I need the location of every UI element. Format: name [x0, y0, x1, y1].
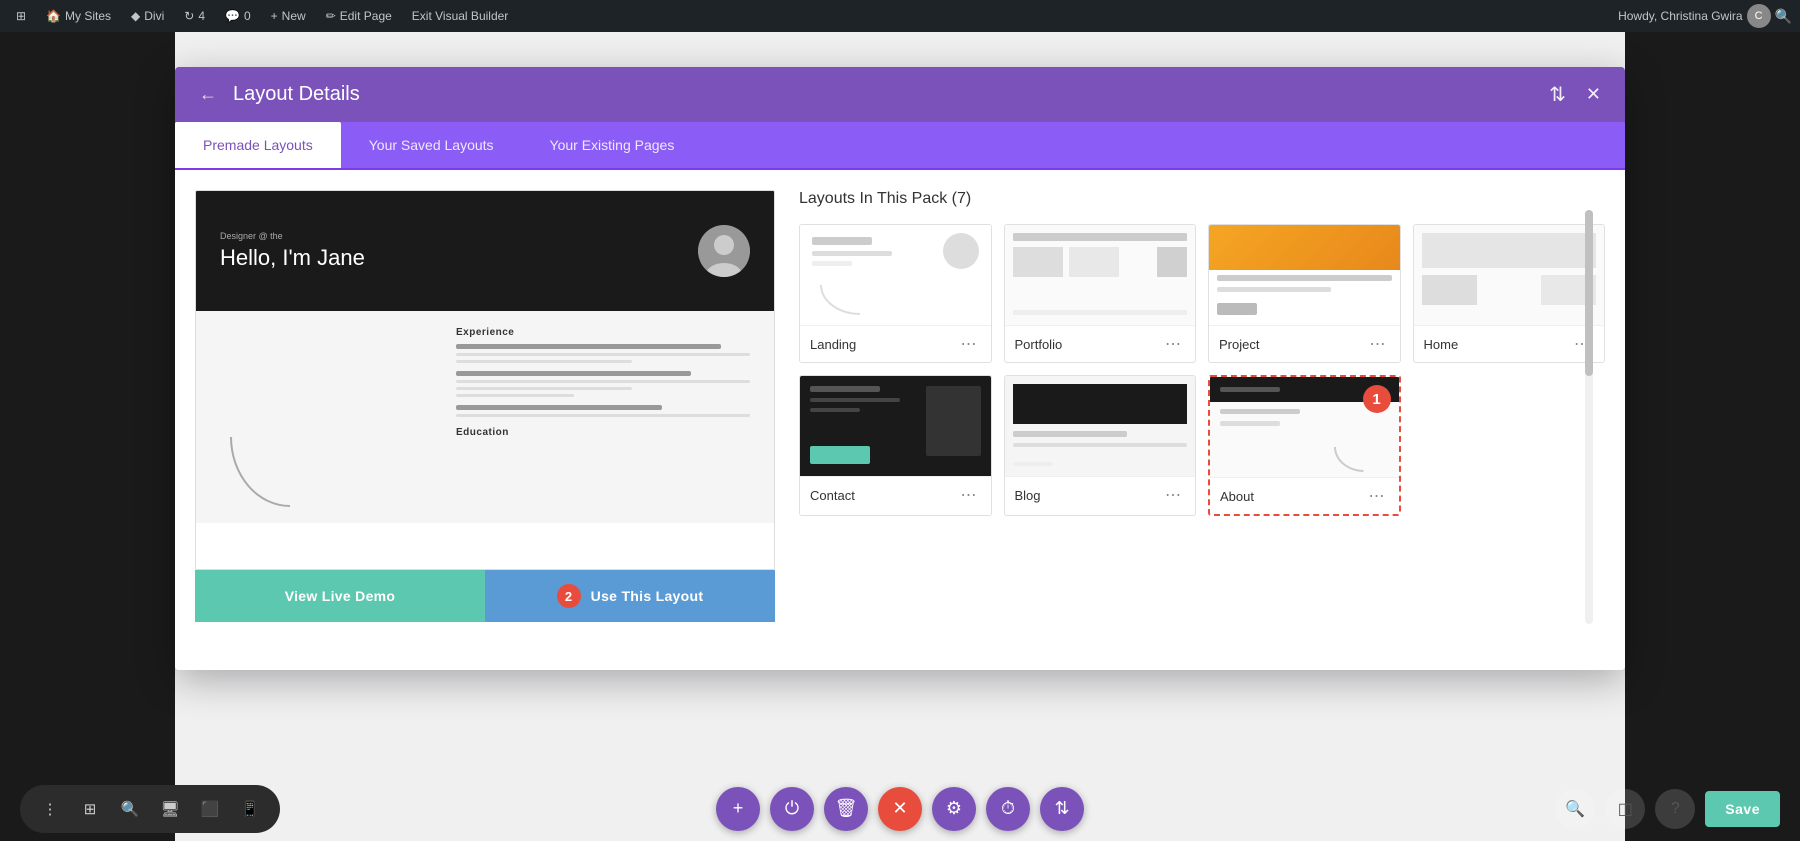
power-button[interactable]: ⏻ [770, 787, 814, 831]
layout-more-project[interactable]: ⋯ [1366, 332, 1390, 356]
plus-icon: + [271, 9, 278, 23]
layout-thumb-blog [1005, 376, 1196, 476]
tab-existing-pages[interactable]: Your Existing Pages [522, 122, 703, 168]
preview-panel: Designer @ the Hello, I'm Jane [195, 190, 775, 650]
modal-title: Layout Details [233, 83, 360, 106]
search-right-button[interactable]: 🔍 [1555, 789, 1595, 829]
layout-details-modal: ← Layout Details ⇅ ✕ Premade Layouts You… [175, 67, 1625, 670]
save-button[interactable]: Save [1705, 791, 1780, 827]
back-button[interactable]: ← [195, 80, 221, 109]
toolbar-left: ⋮ ⊞ 🔍 🖥 ⬛ 📱 [20, 785, 280, 833]
view-live-demo-button[interactable]: View Live Demo [195, 570, 485, 622]
layout-card-project[interactable]: Project ⋯ [1208, 224, 1401, 363]
layout-more-blog[interactable]: ⋯ [1161, 483, 1185, 507]
grid-view-button[interactable]: ⊞ [74, 793, 106, 825]
edit-icon: ✏ [326, 9, 336, 23]
layout-name-portfolio: Portfolio [1015, 337, 1063, 352]
scrollbar[interactable] [1585, 210, 1593, 624]
layout-name-project: Project [1219, 337, 1259, 352]
use-this-layout-button[interactable]: 2 Use This Layout [485, 570, 775, 622]
exit-builder-link[interactable]: Exit Visual Builder [404, 0, 517, 32]
tablet-view-button[interactable]: ⬛ [194, 793, 226, 825]
user-avatar[interactable]: C [1747, 4, 1771, 28]
update-icon: ↻ [184, 9, 194, 23]
add-section-button[interactable]: + [716, 787, 760, 831]
tab-saved-layouts[interactable]: Your Saved Layouts [341, 122, 522, 168]
edit-page-link[interactable]: ✏ Edit Page [318, 0, 400, 32]
close-builder-button[interactable]: ✕ [878, 787, 922, 831]
layout-more-landing[interactable]: ⋯ [957, 332, 981, 356]
layout-more-portfolio[interactable]: ⋯ [1161, 332, 1185, 356]
wordpress-icon[interactable]: ⊞ [8, 0, 34, 32]
layout-name-contact: Contact [810, 488, 855, 503]
history-button[interactable]: ⏱ [986, 787, 1030, 831]
right-panel [1625, 32, 1800, 841]
comments-menu[interactable]: 💬 0 [217, 0, 259, 32]
layouts-grid: Landing ⋯ P [799, 224, 1605, 516]
my-sites-menu[interactable]: 🏠 My Sites [38, 0, 119, 32]
desktop-view-button[interactable]: 🖥 [154, 793, 186, 825]
comment-icon: 💬 [225, 9, 240, 23]
layout-thumb-contact [800, 376, 991, 476]
divi-icon: ◆ [131, 9, 140, 23]
layout-more-about[interactable]: ⋯ [1365, 484, 1389, 508]
layout-name-blog: Blog [1015, 488, 1041, 503]
layout-card-contact[interactable]: Contact ⋯ [799, 375, 992, 516]
layout-thumb-project [1209, 225, 1400, 325]
layouts-title: Layouts In This Pack (7) [799, 190, 1605, 208]
layers-button[interactable]: ◫ [1605, 789, 1645, 829]
updates-menu[interactable]: ↻ 4 [176, 0, 213, 32]
preview-avatar [698, 225, 750, 277]
toolbar-center: + ⏻ 🗑 ✕ ⚙ ⏱ ⇅ [716, 787, 1084, 831]
layouts-button[interactable]: ⇅ [1040, 787, 1084, 831]
admin-search-icon[interactable]: 🔍 [1775, 8, 1792, 25]
layout-more-contact[interactable]: ⋯ [957, 483, 981, 507]
left-panel [0, 32, 175, 841]
delete-button[interactable]: 🗑 [824, 787, 868, 831]
home-icon: 🏠 [46, 9, 61, 23]
settings-button[interactable]: ⚙ [932, 787, 976, 831]
layouts-panel: Layouts In This Pack (7) Landing [799, 190, 1605, 650]
layout-name-landing: Landing [810, 337, 856, 352]
preview-name: Hello, I'm Jane [220, 245, 365, 271]
tab-bar: Premade Layouts Your Saved Layouts Your … [175, 122, 1625, 170]
divi-menu[interactable]: ◆ Divi [123, 0, 172, 32]
new-menu[interactable]: + New [263, 0, 314, 32]
tab-premade-layouts[interactable]: Premade Layouts [175, 122, 341, 168]
preview-image: Designer @ the Hello, I'm Jane [195, 190, 775, 570]
layout-thumb-landing [800, 225, 991, 325]
more-options-button[interactable]: ⋮ [34, 793, 66, 825]
layout-name-about: About [1220, 489, 1254, 504]
layout-card-landing[interactable]: Landing ⋯ [799, 224, 992, 363]
layout-name-home: Home [1424, 337, 1459, 352]
close-button[interactable]: ✕ [1582, 80, 1605, 109]
howdy-text: Howdy, Christina Gwira [1618, 9, 1742, 23]
bottom-toolbar: ⋮ ⊞ 🔍 🖥 ⬛ 📱 + ⏻ 🗑 ✕ ⚙ ⏱ ⇅ 🔍 ◫ ? Save [0, 776, 1800, 841]
sort-icon[interactable]: ⇅ [1545, 78, 1570, 111]
layout-card-blog[interactable]: Blog ⋯ [1004, 375, 1197, 516]
wp-logo: ⊞ [16, 9, 26, 23]
scrollbar-thumb[interactable] [1585, 210, 1593, 376]
layout-card-about[interactable]: 1 About ⋯ [1208, 375, 1401, 516]
layout-card-home[interactable]: Home ⋯ [1413, 224, 1606, 363]
layout-thumb-portfolio [1005, 225, 1196, 325]
selected-badge: 1 [1363, 385, 1391, 413]
preview-label: Designer @ the [220, 231, 365, 241]
layout-thumb-home [1414, 225, 1605, 325]
search-content-button[interactable]: 🔍 [114, 793, 146, 825]
toolbar-right: 🔍 ◫ ? Save [1555, 789, 1780, 829]
mobile-view-button[interactable]: 📱 [234, 793, 266, 825]
preview-actions: View Live Demo 2 Use This Layout [195, 570, 775, 622]
use-layout-badge: 2 [557, 584, 581, 608]
help-button[interactable]: ? [1655, 789, 1695, 829]
layout-card-portfolio[interactable]: Portfolio ⋯ [1004, 224, 1197, 363]
